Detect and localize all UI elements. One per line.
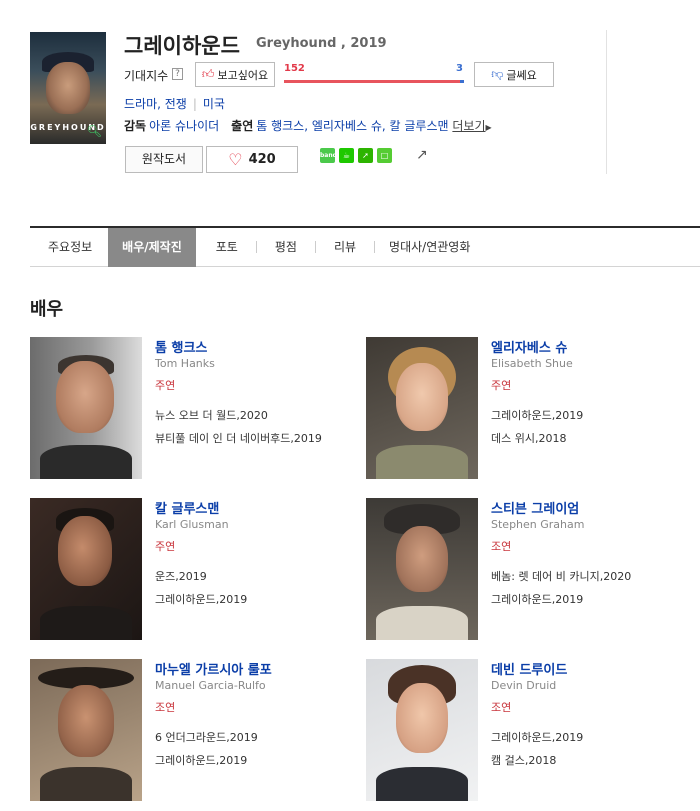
- movie-poster[interactable]: GREYHOUND 🔍︎: [30, 32, 106, 144]
- tab-quotes-related[interactable]: 명대사/연관영화: [375, 228, 484, 267]
- actor-card: 마누엘 가르시아 룰포 Manuel Garcia-Rulfo 조연 6 언더그…: [30, 659, 330, 801]
- actor-name[interactable]: 데빈 드루이드: [491, 659, 567, 678]
- like-count: 420: [248, 152, 276, 167]
- expectation-bar: [284, 80, 464, 83]
- actor-name-en: Stephen Graham: [491, 518, 585, 531]
- actor-photo[interactable]: [366, 659, 478, 801]
- cafe-icon[interactable]: ☕: [339, 148, 354, 163]
- tab-bar: 주요정보 배우/제작진 포토 평점 리뷰 명대사/연관영화: [30, 226, 700, 267]
- actor-name-en: Tom Hanks: [155, 357, 215, 370]
- director-link[interactable]: 아론 슈나이더: [149, 119, 219, 133]
- expectation-label: 기대지수: [124, 69, 169, 83]
- genre-line: 드라마, 전쟁 | 미국: [124, 95, 225, 112]
- actor-card: 칼 글루스맨 Karl Glusman 주연 운즈,2019 그레이하운드,20…: [30, 498, 330, 640]
- memo-icon[interactable]: □: [377, 148, 392, 163]
- zoom-icon[interactable]: 🔍︎: [87, 124, 102, 138]
- help-icon[interactable]: ?: [172, 68, 183, 80]
- actor-role: 조연: [491, 701, 512, 714]
- director-label: 감독: [124, 119, 147, 133]
- tab-cast-crew[interactable]: 배우/제작진: [108, 227, 196, 267]
- divider-vertical: [606, 30, 607, 174]
- actor-role: 조연: [155, 701, 176, 714]
- actor-name[interactable]: 스티븐 그레이엄: [491, 498, 579, 517]
- expectation-bar-fill: [284, 80, 461, 83]
- country-link[interactable]: 미국: [203, 97, 225, 111]
- section-title: 배우: [30, 299, 64, 320]
- actor-photo[interactable]: [30, 337, 142, 479]
- actor-work[interactable]: 그레이하운드,2019: [491, 407, 583, 423]
- actor-name[interactable]: 엘리자베스 슈: [491, 337, 567, 356]
- actor-work[interactable]: 그레이하운드,2019: [491, 591, 583, 607]
- share-icon[interactable]: ↗︎: [416, 147, 428, 163]
- tab-main-info[interactable]: 주요정보: [30, 228, 108, 267]
- actor-name[interactable]: 마누엘 가르시아 룰포: [155, 659, 272, 678]
- chevron-right-icon: ▶: [485, 123, 492, 132]
- actor-photo[interactable]: [366, 337, 478, 479]
- actor-card: 스티븐 그레이엄 Stephen Graham 조연 베놈: 렛 데어 비 카니…: [366, 498, 666, 640]
- actor-work[interactable]: 뉴스 오브 더 월드,2020: [155, 407, 268, 423]
- actor-work[interactable]: 데스 위시,2018: [491, 430, 566, 446]
- original-book-button[interactable]: 원작도서: [125, 146, 203, 173]
- actor-work[interactable]: 베놈: 렛 데어 비 카니지,2020: [491, 568, 631, 584]
- meh-button[interactable]: 👎︎ 글쎄요: [474, 62, 554, 87]
- actor-card: 데빈 드루이드 Devin Druid 조연 그레이하운드,2019 캠 걸스,…: [366, 659, 666, 801]
- thumbs-down-icon: 👎︎: [491, 67, 504, 81]
- actor-name-en: Manuel Garcia-Rulfo: [155, 679, 266, 692]
- cast-links[interactable]: 톰 행크스, 엘리자베스 슈, 칼 글루스맨: [256, 119, 448, 133]
- meh-count: 3: [456, 63, 463, 74]
- heart-icon: ♡: [228, 150, 243, 169]
- thumbs-up-icon: 👍︎: [201, 67, 215, 81]
- actor-work[interactable]: 캠 걸스,2018: [491, 752, 556, 768]
- actor-role: 주연: [155, 379, 176, 392]
- actor-name[interactable]: 칼 글루스맨: [155, 498, 219, 517]
- tab-rating[interactable]: 평점: [257, 228, 315, 267]
- want-to-see-button[interactable]: 👍︎ 보고싶어요: [195, 62, 275, 87]
- actor-card: 톰 행크스 Tom Hanks 주연 뉴스 오브 더 월드,2020 뷰티풀 데…: [30, 337, 330, 479]
- movie-title-en: Greyhound , 2019: [256, 36, 387, 51]
- tab-review[interactable]: 리뷰: [316, 228, 374, 267]
- movie-title: 그레이하운드: [124, 34, 240, 58]
- actor-work[interactable]: 뷰티풀 데이 인 더 네이버후드,2019: [155, 430, 322, 446]
- share-icon-group: band ☕ ➚ □: [320, 148, 392, 163]
- actor-work[interactable]: 그레이하운드,2019: [491, 729, 583, 745]
- meh-label: 글쎄요: [506, 68, 537, 82]
- actor-name-en: Devin Druid: [491, 679, 557, 692]
- want-to-see-label: 보고싶어요: [217, 68, 269, 82]
- cast-label: 출연: [231, 119, 254, 133]
- actor-photo[interactable]: [30, 498, 142, 640]
- poster-face: [46, 62, 90, 114]
- actor-work[interactable]: 그레이하운드,2019: [155, 591, 247, 607]
- actor-name[interactable]: 톰 행크스: [155, 337, 207, 356]
- genre-link[interactable]: 드라마, 전쟁: [124, 97, 187, 111]
- actor-work[interactable]: 6 언더그라운드,2019: [155, 729, 258, 745]
- want-count: 152: [284, 63, 305, 74]
- actor-role: 조연: [491, 540, 512, 553]
- credits-line: 감독 아론 슈나이더 출연 톰 행크스, 엘리자베스 슈, 칼 글루스맨 더보기▶: [124, 117, 492, 134]
- actor-photo[interactable]: [30, 659, 142, 801]
- actor-name-en: Elisabeth Shue: [491, 357, 573, 370]
- actor-role: 주연: [491, 379, 512, 392]
- more-link[interactable]: 더보기: [452, 119, 485, 133]
- actor-role: 주연: [155, 540, 176, 553]
- actor-photo[interactable]: [366, 498, 478, 640]
- like-button[interactable]: ♡ 420: [206, 146, 298, 173]
- actor-card: 엘리자베스 슈 Elisabeth Shue 주연 그레이하운드,2019 데스…: [366, 337, 666, 479]
- tab-photo[interactable]: 포토: [196, 228, 256, 267]
- actor-work[interactable]: 운즈,2019: [155, 568, 207, 584]
- actor-name-en: Karl Glusman: [155, 518, 229, 531]
- band-icon[interactable]: band: [320, 148, 337, 163]
- blog-icon[interactable]: ➚: [358, 148, 373, 163]
- divider: |: [192, 97, 197, 111]
- actor-work[interactable]: 그레이하운드,2019: [155, 752, 247, 768]
